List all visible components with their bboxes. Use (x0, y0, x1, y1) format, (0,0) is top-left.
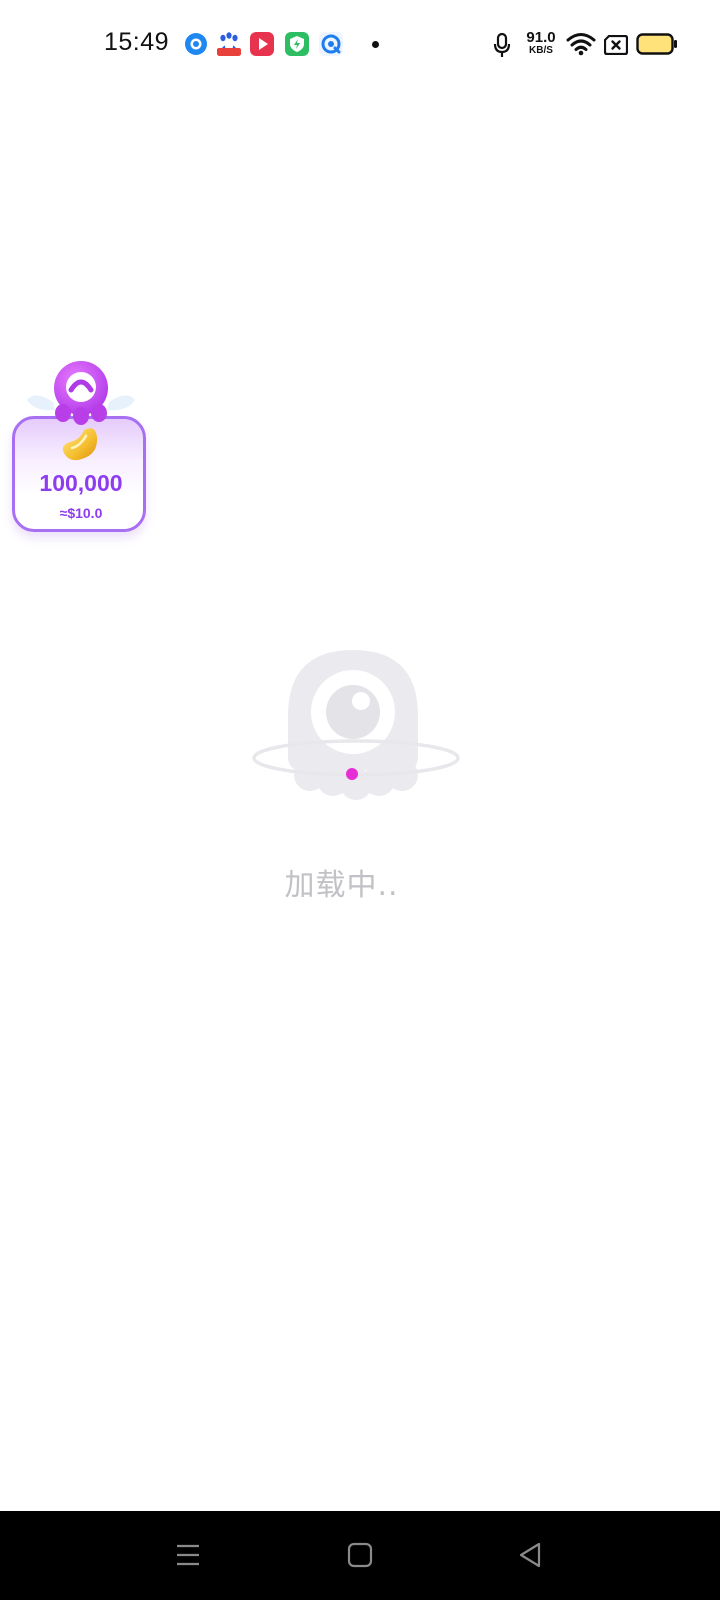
blue-circle-app-icon (319, 32, 343, 56)
blue-ring-app-icon (185, 33, 207, 55)
green-shield-app-icon (285, 32, 309, 56)
baidu-icon (217, 32, 241, 56)
network-speed-unit: KB/S (529, 45, 553, 56)
back-icon[interactable] (517, 1541, 545, 1569)
no-sim-icon (604, 35, 628, 55)
network-speed: 91.0 KB/S (522, 30, 560, 56)
octopus-mascot-icon (27, 361, 135, 425)
status-time: 15:49 (104, 28, 170, 56)
navigation-bar (0, 1511, 720, 1600)
status-bar: 15:49 91.0 KB/S (0, 0, 720, 90)
reward-usd-equivalent: ≈$10.0 (59, 505, 103, 521)
reward-amount: 100,000 (39, 470, 123, 496)
octopus-planet-loader-icon (252, 650, 460, 800)
battery-icon (636, 33, 677, 55)
red-video-app-icon (250, 32, 274, 56)
more-notifications-dot (372, 41, 379, 48)
home-icon[interactable] (346, 1541, 374, 1569)
microphone-icon (493, 32, 511, 57)
reward-widget[interactable]: 100,000 ≈$10.0 (10, 360, 152, 542)
wifi-icon (566, 33, 596, 56)
app-screen: 15:49 91.0 KB/S 100,000 ≈$10.0 加载中.. (0, 0, 720, 1600)
network-speed-value: 91.0 (526, 29, 556, 46)
loading-text: 加载中.. (284, 868, 399, 903)
golden-bean-coin-icon (62, 428, 98, 461)
menu-icon[interactable] (174, 1541, 202, 1569)
